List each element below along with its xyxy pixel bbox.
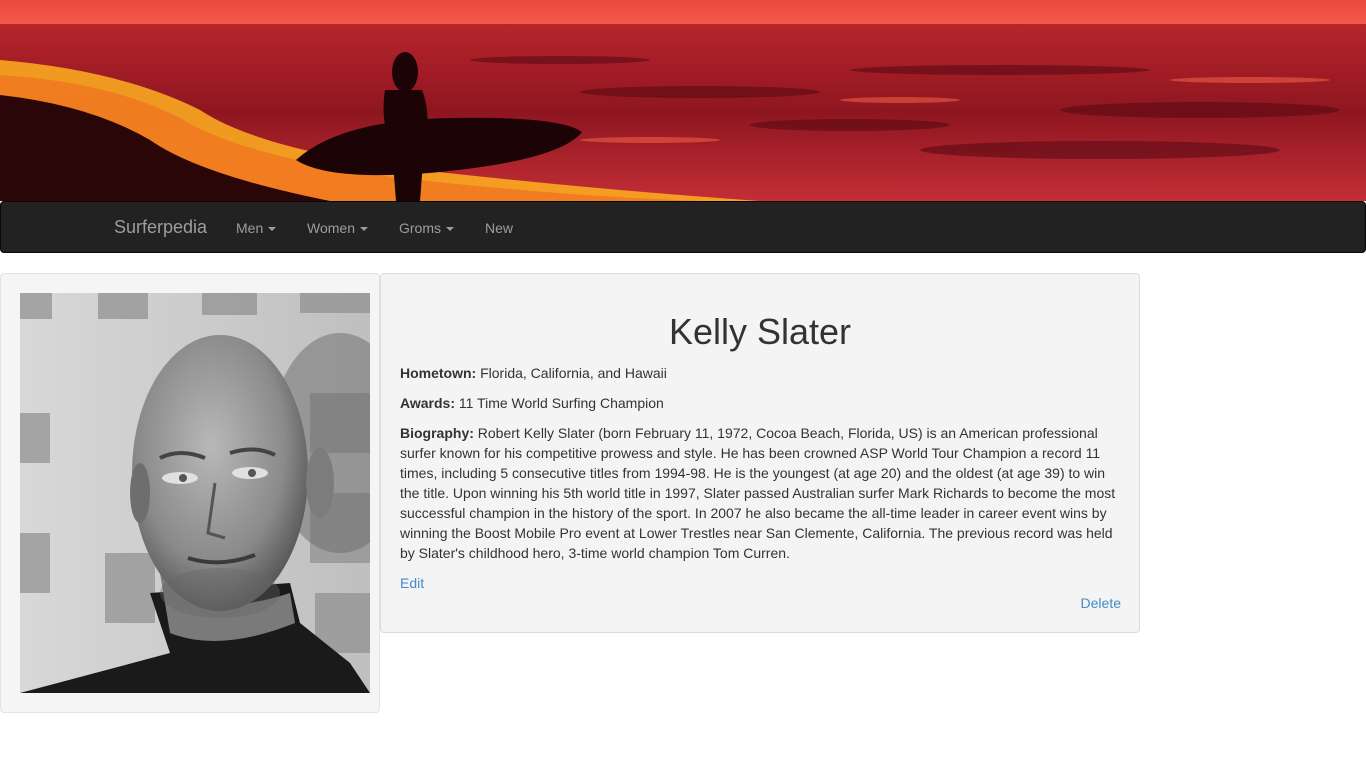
nav-groms-dropdown[interactable]: Groms	[399, 219, 454, 237]
awards-label: Awards:	[400, 395, 455, 411]
nav-women-dropdown[interactable]: Women	[307, 219, 368, 237]
awards-field: Awards: 11 Time World Surfing Champion	[400, 393, 1122, 413]
biography-field: Biography: Robert Kelly Slater (born Feb…	[400, 423, 1122, 563]
top-navbar: Surferpedia Men Women Groms New	[0, 201, 1366, 253]
surfer-photo-panel	[0, 273, 380, 713]
surfer-name-heading: Kelly Slater	[668, 311, 852, 352]
nav-groms-label: Groms	[399, 220, 441, 236]
biography-value: Robert Kelly Slater (born February 11, 1…	[400, 425, 1116, 561]
portrait-illustration	[20, 293, 370, 693]
navbar-brand[interactable]: Surferpedia	[114, 217, 207, 237]
hometown-field: Hometown: Florida, California, and Hawai…	[400, 363, 1122, 383]
caret-down-icon	[268, 227, 277, 232]
nav-new-link[interactable]: New	[485, 219, 513, 237]
nav-men-label: Men	[236, 220, 264, 236]
hometown-value: Florida, California, and Hawaii	[480, 365, 667, 381]
edit-link[interactable]: Edit	[400, 573, 424, 593]
header-banner-image	[0, 0, 1366, 201]
caret-down-icon	[359, 227, 368, 232]
nav-men-dropdown[interactable]: Men	[236, 219, 277, 237]
biography-label: Biography:	[400, 425, 474, 441]
delete-link[interactable]: Delete	[1081, 593, 1121, 613]
awards-value: 11 Time World Surfing Champion	[458, 395, 664, 411]
hometown-label: Hometown:	[400, 365, 477, 381]
nav-women-label: Women	[307, 220, 355, 236]
surfer-portrait-photo	[20, 293, 370, 693]
sunset-surfer-illustration	[0, 0, 1366, 201]
surfer-info-panel: Kelly Slater Hometown: Florida, Californ…	[380, 273, 1140, 633]
caret-down-icon	[446, 227, 454, 232]
